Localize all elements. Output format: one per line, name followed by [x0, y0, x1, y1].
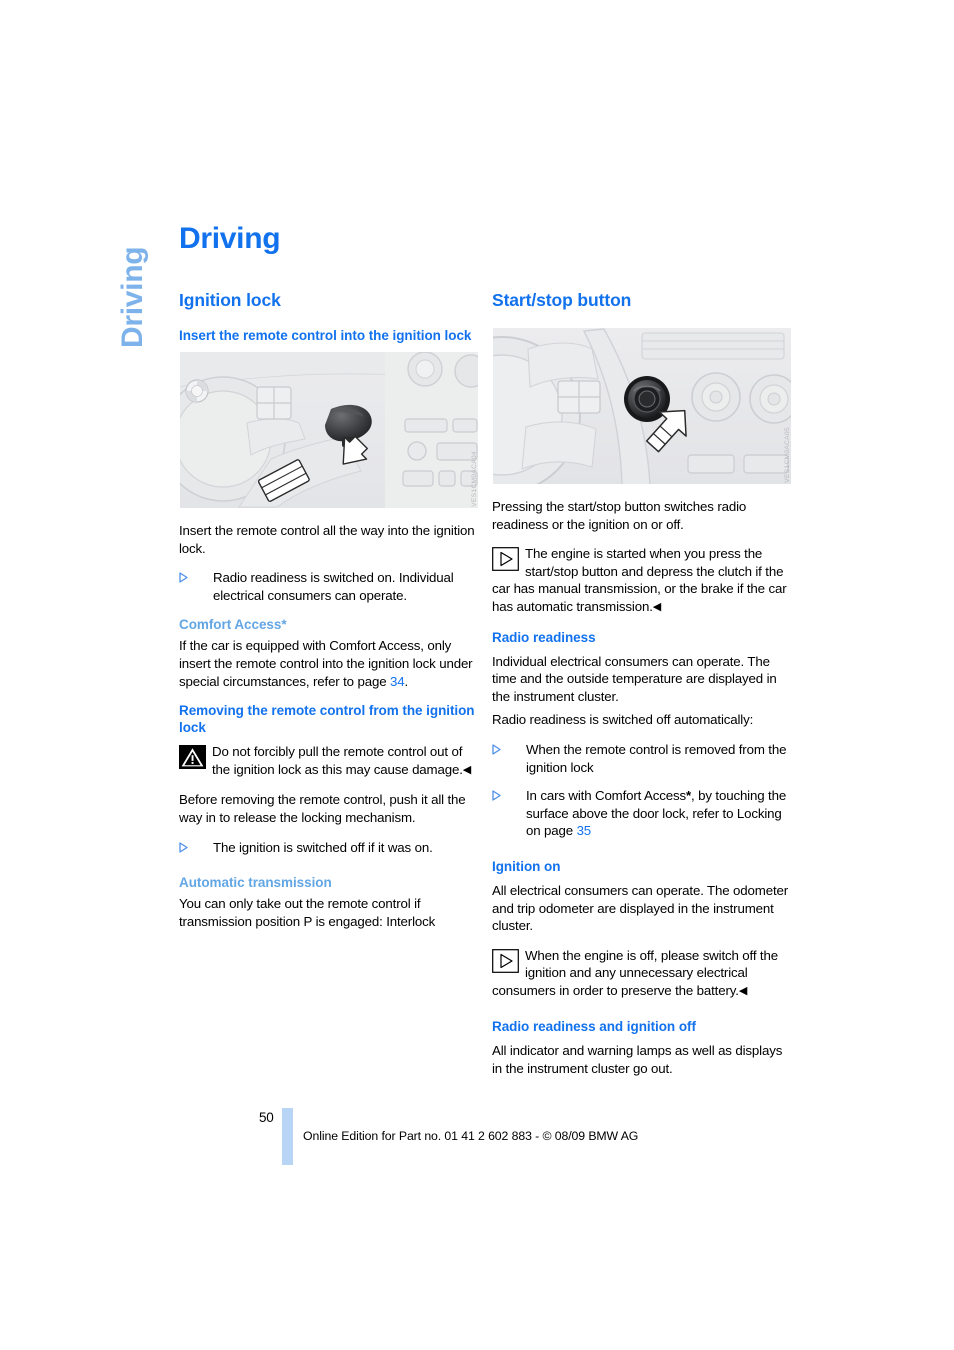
paragraph-radio-and-ignition-off: All indicator and warning lamps as well … [492, 1043, 783, 1077]
paragraph-insert-remote: Insert the remote control all the way in… [179, 523, 475, 556]
left-column: Ignition lock Insert the remote control … [179, 290, 479, 942]
list-item-label: Radio readiness is switched on. Individu… [213, 570, 454, 603]
page-title: Driving [179, 222, 281, 255]
paragraph-radio-readiness-off: Radio readiness is switched off automati… [492, 712, 754, 728]
figure-reference-code: VES1CM0ACA04 [471, 451, 478, 507]
triangle-bullet-icon [492, 744, 501, 755]
sub-heading-radio-readiness: Radio readiness [492, 629, 596, 645]
note-text: When the engine is off, please switch of… [492, 947, 778, 998]
list-item-label-pre: In cars with Comfort Access [526, 788, 686, 804]
triangle-bullet-icon [492, 790, 501, 801]
list-item: In cars with Comfort Access*, by touchin… [492, 787, 792, 840]
sub-heading-ignition-on: Ignition on [492, 858, 561, 874]
sub-heading-removing-remote-control: Removing the remote control from the ign… [179, 703, 475, 736]
bullet-list-ignition-off: The ignition is switched off if it was o… [179, 839, 479, 857]
sub-heading-comfort-access: Comfort Access* [179, 616, 479, 633]
note-block-engine-start: The engine is started when you press the… [492, 545, 792, 616]
triangle-bullet-icon [179, 572, 188, 583]
start-stop-button-illustration: VES1CM0ACA05 [492, 327, 792, 485]
paragraph-pressing-start-stop: Pressing the start/stop button switches … [492, 499, 747, 532]
option-asterisk: * [281, 617, 287, 633]
sub-heading-comfort-access-label: Comfort Access [179, 617, 282, 633]
chapter-tab-label: Driving [116, 246, 149, 348]
page-reference-34[interactable]: 34 [390, 674, 405, 689]
ignition-lock-illustration: VES1CM0ACA04 [179, 351, 479, 509]
footer-edition-note: Online Edition for Part no. 01 41 2 602 … [303, 1129, 639, 1143]
section-heading-ignition-lock: Ignition lock [179, 290, 281, 310]
bullet-list-radio-off-conditions: When the remote control is removed from … [492, 741, 792, 840]
chapter-tab: Driving [113, 218, 153, 348]
warning-block-remote-control: Do not forcibly pull the remote control … [179, 743, 479, 779]
list-item-label: When the remote control is removed from … [526, 741, 787, 775]
page-reference-35[interactable]: 35 [577, 823, 592, 838]
paragraph-before-removing: Before removing the remote control, push… [179, 792, 466, 825]
warning-end-mark: ◀ [462, 763, 472, 776]
sub-heading-insert-remote-control: Insert the remote control into the ignit… [179, 328, 472, 343]
list-item: When the remote control is removed from … [492, 741, 792, 776]
note-end-mark: ◀ [738, 984, 748, 997]
page-number: 50 [259, 1110, 274, 1125]
sub-heading-radio-readiness-and-ignition-off: Radio readiness and ignition off [492, 1019, 696, 1035]
note-end-mark: ◀ [652, 600, 662, 613]
note-text: The engine is started when you press the… [492, 546, 787, 614]
triangle-bullet-icon [179, 841, 188, 853]
paragraph-comfort-access-post: . [404, 673, 409, 689]
manual-page: Driving Driving Ignition lock Insert the… [0, 0, 954, 1350]
footer-accent-bar [282, 1108, 293, 1165]
warning-text: Do not forcibly pull the remote control … [212, 744, 463, 777]
paragraph-radio-readiness: Individual electrical consumers can oper… [492, 653, 777, 704]
paragraph-comfort-access: If the car is equipped with Comfort Acce… [179, 637, 479, 690]
paragraph-ignition-on: All electrical consumers can operate. Th… [492, 882, 789, 934]
list-item: The ignition is switched off if it was o… [179, 839, 479, 857]
list-item: Radio readiness is switched on. Individu… [179, 569, 479, 604]
note-block-engine-off: When the engine is off, please switch of… [492, 947, 792, 1001]
bullet-list-radio-readiness: Radio readiness is switched on. Individu… [179, 569, 479, 604]
right-column: Start/stop button VES1CM0ACA05 Pressing … [492, 290, 792, 1090]
paragraph-comfort-access-pre: If the car is equipped with Comfort Acce… [179, 638, 473, 689]
note-triangle-icon [492, 547, 519, 572]
figure-reference-code: VES1CM0ACA05 [784, 427, 791, 483]
sub-heading-automatic-transmission: Automatic transmission [179, 875, 332, 891]
paragraph-automatic-transmission: You can only take out the remote control… [179, 896, 436, 929]
list-item-label: The ignition is switched off if it was o… [213, 839, 433, 855]
note-triangle-icon [492, 948, 519, 973]
warning-triangle-icon [179, 745, 206, 770]
section-heading-start-stop-button: Start/stop button [492, 290, 632, 310]
